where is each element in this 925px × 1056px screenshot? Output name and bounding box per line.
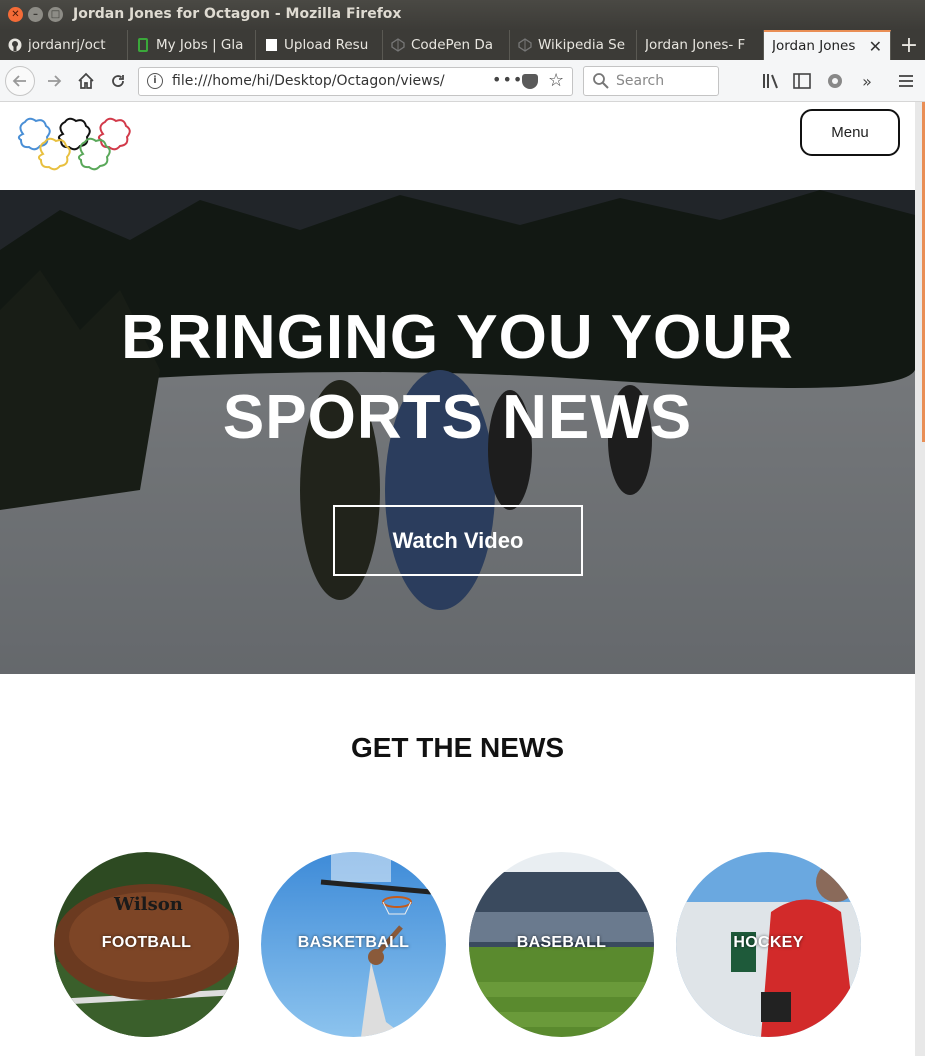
hero-title: BRINGING YOU YOUR SPORTS NEWS	[121, 303, 794, 452]
site-logo[interactable]	[13, 116, 137, 182]
navigation-bar: i file:///home/hi/Desktop/Octagon/views/…	[0, 60, 925, 102]
hero-banner: BRINGING YOU YOUR SPORTS NEWS Watch Vide…	[0, 190, 915, 674]
tab-strip: jordanrj/oct My Jobs | Gla Upload Resu C…	[0, 30, 925, 60]
window-title: Jordan Jones for Octagon - Mozilla Firef…	[73, 6, 402, 22]
search-box[interactable]: Search	[583, 66, 719, 96]
hamburger-menu-icon[interactable]	[895, 70, 917, 92]
url-bar[interactable]: i file:///home/hi/Desktop/Octagon/views/…	[138, 67, 573, 96]
new-tab-button[interactable]: +	[893, 30, 925, 60]
window-titlebar: ✕ – □ Jordan Jones for Octagon - Mozilla…	[0, 0, 925, 30]
arrow-left-icon	[12, 75, 26, 87]
watch-video-button[interactable]: Watch Video	[333, 505, 583, 576]
codepen-icon	[518, 38, 532, 52]
page-viewport: Menu BRINGING YOU YOUR SPORTS NEWS Watch…	[0, 102, 925, 1056]
bookmark-star-icon[interactable]: ☆	[548, 70, 564, 91]
page-actions-icon[interactable]: •••	[492, 70, 523, 89]
window-maximize-button[interactable]: □	[48, 7, 63, 22]
arrow-right-icon	[48, 75, 62, 87]
library-icon[interactable]	[760, 70, 782, 92]
overflow-chevron-icon[interactable]: »	[856, 70, 878, 92]
window-close-button[interactable]: ✕	[8, 7, 23, 22]
tab-codepen[interactable]: CodePen Da	[383, 30, 510, 60]
sport-card-hockey[interactable]: HOCKEY	[676, 852, 861, 1037]
close-icon[interactable]: ✕	[869, 37, 882, 56]
sport-card-baseball[interactable]: BASEBALL	[469, 852, 654, 1037]
tab-wikipedia[interactable]: Wikipedia Se	[510, 30, 637, 60]
reload-icon	[112, 75, 124, 87]
reload-button[interactable]	[104, 67, 132, 95]
github-icon	[8, 38, 22, 52]
tab-upload-resume[interactable]: Upload Resu	[256, 30, 383, 60]
page-scrollbar[interactable]	[915, 102, 925, 1056]
glassdoor-icon	[136, 38, 150, 52]
tab-jordan-jones-1[interactable]: Jordan Jones- F	[637, 30, 764, 60]
sidebar-icon[interactable]	[791, 70, 813, 92]
back-button[interactable]	[5, 66, 35, 96]
home-icon	[78, 72, 94, 89]
svg-text:Wilson: Wilson	[113, 894, 183, 915]
info-icon[interactable]: i	[147, 73, 163, 89]
section-title: GET THE NEWS	[350, 732, 565, 763]
tab-github[interactable]: jordanrj/oct	[0, 30, 128, 60]
pocket-icon[interactable]	[522, 74, 538, 89]
menu-button[interactable]: Menu	[800, 109, 900, 156]
page-icon	[264, 38, 278, 52]
home-button[interactable]	[72, 67, 100, 95]
window-minimize-button[interactable]: –	[28, 7, 43, 22]
url-text[interactable]: file:///home/hi/Desktop/Octagon/views/	[172, 73, 457, 89]
codepen-icon	[391, 38, 405, 52]
tab-jordan-jones-active[interactable]: Jordan Jones ✕	[764, 30, 891, 60]
sport-card-basketball[interactable]: BASKETBALL	[261, 852, 446, 1037]
forward-button[interactable]	[40, 67, 68, 95]
search-input[interactable]: Search	[616, 73, 664, 89]
search-icon	[593, 73, 609, 89]
sport-card-football[interactable]: Wilson FOOTBALL	[54, 852, 239, 1037]
olympic-rings-logo	[17, 117, 131, 171]
tab-glassdoor[interactable]: My Jobs | Gla	[128, 30, 256, 60]
extension-icon[interactable]	[824, 70, 846, 92]
site-header: Menu	[0, 102, 915, 190]
